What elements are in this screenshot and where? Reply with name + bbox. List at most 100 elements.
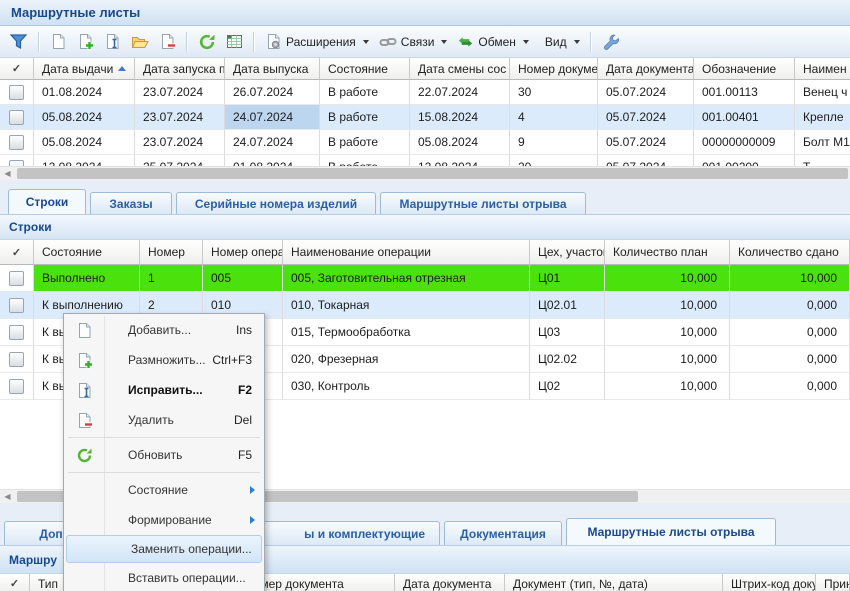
table-cell[interactable]: Выполнено bbox=[34, 265, 140, 292]
column-header[interactable]: Дата выпуска bbox=[225, 58, 320, 80]
column-header[interactable]: Дата документа bbox=[598, 58, 694, 80]
table-cell[interactable]: Ц03 bbox=[530, 319, 605, 346]
column-header[interactable]: Обозначение bbox=[694, 58, 795, 80]
tab-2[interactable]: Заказы bbox=[90, 192, 172, 214]
menu-item[interactable]: УдалитьDel bbox=[64, 405, 264, 435]
table-cell[interactable]: 05.07.2024 bbox=[598, 130, 694, 155]
select-all-header[interactable]: ✓ bbox=[0, 58, 34, 80]
table-cell[interactable]: Ц02 bbox=[530, 373, 605, 400]
menu-item[interactable]: Заменить операции... bbox=[66, 535, 262, 563]
select-all-header[interactable]: ✓ bbox=[0, 574, 30, 591]
table-cell[interactable]: 010, Токарная bbox=[283, 292, 530, 319]
column-header[interactable]: Номер докуме bbox=[510, 58, 598, 80]
table-cell[interactable]: 23.07.2024 bbox=[135, 80, 225, 105]
column-header[interactable]: Состояние bbox=[34, 240, 140, 265]
table-cell[interactable]: Ц01 bbox=[530, 265, 605, 292]
scroll-left-arrow-icon[interactable]: ◀ bbox=[0, 167, 15, 180]
table-cell[interactable]: 05.08.2024 bbox=[410, 130, 510, 155]
settings-button[interactable] bbox=[598, 30, 624, 54]
table-cell[interactable]: 22.07.2024 bbox=[410, 80, 510, 105]
column-header[interactable]: Дата документа bbox=[395, 574, 505, 591]
table-cell[interactable]: 1 bbox=[140, 265, 203, 292]
menu-item[interactable]: Исправить...F2 bbox=[64, 375, 264, 405]
table-cell[interactable]: 005, Заготовительная отрезная bbox=[283, 265, 530, 292]
table-cell[interactable]: 23.07.2024 bbox=[135, 130, 225, 155]
table-row[interactable]: 01.08.202423.07.202426.07.2024В работе22… bbox=[0, 80, 850, 105]
scrollbar-thumb[interactable] bbox=[17, 168, 848, 179]
refresh-button[interactable] bbox=[194, 30, 220, 54]
column-header[interactable]: Количество план bbox=[605, 240, 730, 265]
table-cell[interactable]: 30 bbox=[510, 80, 598, 105]
scroll-left-arrow-icon[interactable]: ◀ bbox=[0, 490, 15, 503]
menu-item[interactable]: Формирование bbox=[64, 505, 264, 535]
table-cell[interactable]: 4 bbox=[510, 105, 598, 130]
table-cell[interactable]: В работе bbox=[320, 105, 410, 130]
column-header[interactable]: Номер опера bbox=[203, 240, 283, 265]
column-header[interactable]: Дата выдачи bbox=[34, 58, 135, 80]
tab-1[interactable]: Строки bbox=[8, 189, 86, 214]
row-checkbox[interactable] bbox=[9, 135, 24, 150]
column-header[interactable]: Номер bbox=[140, 240, 203, 265]
table-cell[interactable]: 24.07.2024 bbox=[225, 105, 320, 130]
row-checkbox[interactable] bbox=[9, 325, 24, 340]
row-checkbox[interactable] bbox=[9, 379, 24, 394]
column-header[interactable]: Дата запуска п bbox=[135, 58, 225, 80]
table-cell[interactable]: 10,000 bbox=[605, 346, 730, 373]
table-cell[interactable]: 015, Термообработка bbox=[283, 319, 530, 346]
column-header[interactable]: Документ (тип, №, дата) bbox=[505, 574, 723, 591]
links-menu-button[interactable]: Связи bbox=[375, 30, 452, 54]
edit-button[interactable] bbox=[100, 30, 125, 54]
column-header[interactable]: Цех, участок bbox=[530, 240, 605, 265]
duplicate-button[interactable] bbox=[73, 30, 98, 54]
menu-item[interactable]: Вставить операции... bbox=[64, 563, 264, 591]
table-cell[interactable]: 001.00401 bbox=[694, 105, 795, 130]
table-cell[interactable]: Ц02.02 bbox=[530, 346, 605, 373]
filter-button[interactable] bbox=[5, 30, 32, 54]
table-cell[interactable]: 01.08.2024 bbox=[34, 80, 135, 105]
tab-3[interactable]: Серийные номера изделий bbox=[176, 192, 376, 214]
select-all-header[interactable]: ✓ bbox=[0, 240, 34, 265]
column-header[interactable]: Наименование операции bbox=[283, 240, 530, 265]
menu-item[interactable]: ОбновитьF5 bbox=[64, 440, 264, 470]
table-cell[interactable]: Болт М1 bbox=[795, 130, 850, 155]
row-checkbox[interactable] bbox=[9, 110, 24, 125]
table-cell[interactable]: 05.07.2024 bbox=[598, 80, 694, 105]
table-cell[interactable]: В работе bbox=[320, 130, 410, 155]
table-cell[interactable]: 10,000 bbox=[605, 373, 730, 400]
table-cell[interactable]: Крепле bbox=[795, 105, 850, 130]
table-cell[interactable]: 00000000009 bbox=[694, 130, 795, 155]
row-checkbox[interactable] bbox=[9, 298, 24, 313]
add-button[interactable] bbox=[46, 30, 71, 54]
extensions-menu-button[interactable]: Расширения bbox=[261, 30, 373, 54]
table-cell[interactable]: 05.08.2024 bbox=[34, 130, 135, 155]
tab-4[interactable]: Маршрутные листы отрыва bbox=[380, 192, 586, 214]
table-cell[interactable]: Ц02.01 bbox=[530, 292, 605, 319]
table-cell[interactable]: 005 bbox=[203, 265, 283, 292]
table-cell[interactable]: В работе bbox=[320, 80, 410, 105]
menu-item[interactable]: Состояние bbox=[64, 475, 264, 505]
column-header[interactable]: Наимен bbox=[795, 58, 850, 80]
table-cell[interactable]: 0,000 bbox=[730, 319, 850, 346]
excel-export-button[interactable] bbox=[222, 30, 247, 54]
table-cell[interactable]: 10,000 bbox=[730, 265, 850, 292]
delete-button[interactable] bbox=[155, 30, 180, 54]
table-row[interactable]: 05.08.202423.07.202424.07.2024В работе15… bbox=[0, 105, 850, 130]
tab-4[interactable]: Маршрутные листы отрыва bbox=[566, 518, 776, 545]
table-cell[interactable]: 23.07.2024 bbox=[135, 105, 225, 130]
exchange-menu-button[interactable]: Обмен bbox=[453, 30, 533, 54]
row-checkbox[interactable] bbox=[9, 85, 24, 100]
table-cell[interactable]: 10,000 bbox=[605, 265, 730, 292]
open-button[interactable] bbox=[127, 30, 153, 54]
table-cell[interactable]: 05.07.2024 bbox=[598, 105, 694, 130]
row-checkbox[interactable] bbox=[9, 352, 24, 367]
menu-item[interactable]: Размножить...Ctrl+F3 bbox=[64, 345, 264, 375]
table-cell[interactable]: Венец ч bbox=[795, 80, 850, 105]
table-cell[interactable]: 0,000 bbox=[730, 373, 850, 400]
table-cell[interactable]: 0,000 bbox=[730, 292, 850, 319]
menu-item[interactable]: Добавить...Ins bbox=[64, 315, 264, 345]
column-header[interactable]: Количество сдано bbox=[730, 240, 850, 265]
table-cell[interactable]: 020, Фрезерная bbox=[283, 346, 530, 373]
tab-3[interactable]: Документация bbox=[444, 521, 562, 545]
table-cell[interactable]: 24.07.2024 bbox=[225, 130, 320, 155]
table-cell[interactable]: 10,000 bbox=[605, 319, 730, 346]
